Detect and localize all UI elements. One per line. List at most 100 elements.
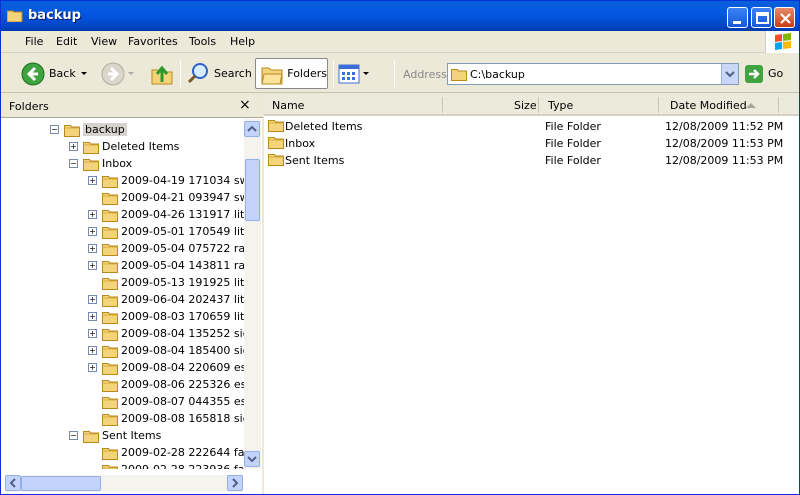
folder-icon	[102, 362, 118, 375]
scroll-thumb[interactable]	[21, 476, 101, 491]
tree-item-label: 2009-05-01 170549 little	[121, 225, 244, 238]
forward-button[interactable]	[101, 58, 137, 89]
address-bar[interactable]: C:\backup	[447, 63, 739, 85]
tree-item-label: 2009-08-04 220609 este	[121, 361, 244, 374]
folder-icon	[102, 379, 118, 392]
column-date-modified[interactable]: Date Modified	[670, 99, 747, 112]
scroll-right-button[interactable]	[227, 475, 243, 491]
tree-item[interactable]: 2009-08-07 044355 este	[102, 393, 244, 410]
menu-tools[interactable]: Tools	[189, 35, 216, 48]
tree-item[interactable]: 2009-08-04 135252 sione	[102, 325, 244, 342]
back-button[interactable]: Back	[21, 58, 90, 89]
tree-item-label: Sent Items	[102, 429, 162, 442]
search-icon	[187, 62, 208, 83]
expand-icon[interactable]: +	[88, 227, 97, 236]
tree-item[interactable]: Inbox	[83, 155, 132, 172]
item-type: File Folder	[545, 137, 601, 150]
chevron-down-icon[interactable]	[76, 69, 90, 79]
tree-item-label: 2009-05-04 075722 rang	[121, 242, 244, 255]
tree-item[interactable]: 2009-05-04 143811 rang	[102, 257, 244, 274]
expand-icon[interactable]: +	[88, 312, 97, 321]
scroll-left-button[interactable]	[5, 475, 21, 491]
title-bar[interactable]: backup	[1, 1, 799, 31]
scroll-down-button[interactable]	[244, 451, 260, 467]
folder-icon	[451, 69, 467, 81]
folder-icon	[268, 137, 284, 149]
tree-item[interactable]: 2009-04-21 093947 swee	[102, 189, 244, 206]
views-icon	[338, 64, 360, 83]
tree-item[interactable]: 2009-04-26 131917 little	[102, 206, 244, 223]
tree-item[interactable]: 2009-06-04 202437 little	[102, 291, 244, 308]
list-item[interactable]: Sent Items File Folder 12/08/2009 11:53 PM	[264, 152, 799, 169]
up-folder-button[interactable]	[150, 58, 174, 89]
close-pane-button[interactable]: ×	[239, 97, 251, 113]
expand-icon[interactable]: +	[88, 346, 97, 355]
tree-item[interactable]: backup	[64, 121, 127, 138]
list-item[interactable]: Inbox File Folder 12/08/2009 11:53 PM	[264, 135, 799, 152]
collapse-icon[interactable]: −	[69, 159, 78, 168]
tree-vertical-scrollbar[interactable]	[244, 119, 261, 469]
folders-label: Folders	[287, 67, 327, 80]
folder-icon	[102, 175, 118, 188]
tree-item[interactable]: 2009-08-04 185400 sione	[102, 342, 244, 359]
menu-view[interactable]: View	[91, 35, 117, 48]
folders-pane-header: Folders ×	[1, 94, 263, 118]
folder-icon	[102, 464, 118, 469]
address-label: Address	[403, 68, 447, 81]
tree-item[interactable]: 2009-05-04 075722 rang	[102, 240, 244, 257]
menu-file[interactable]: File	[25, 35, 43, 48]
tree-item[interactable]: 2009-08-03 170659 little	[102, 308, 244, 325]
folder-icon	[102, 209, 118, 222]
tree-item[interactable]: Deleted Items	[83, 138, 179, 155]
column-type[interactable]: Type	[548, 99, 573, 112]
tree-item[interactable]: 2009-02-28 223936 farra	[102, 461, 244, 469]
tree-item[interactable]: Sent Items	[83, 427, 161, 444]
folder-icon	[268, 120, 284, 132]
item-date-modified: 12/08/2009 11:53 PM	[665, 137, 784, 150]
menu-favorites[interactable]: Favorites	[128, 35, 178, 48]
back-arrow-icon	[21, 62, 45, 85]
search-button[interactable]: Search	[186, 58, 252, 89]
expand-icon[interactable]: +	[88, 176, 97, 185]
tree-horizontal-scrollbar[interactable]	[5, 475, 243, 492]
address-input[interactable]: C:\backup	[470, 68, 525, 81]
chevron-up-icon	[247, 125, 257, 132]
views-button[interactable]	[337, 58, 371, 89]
tree-item[interactable]: 2009-08-06 225326 este	[102, 376, 244, 393]
column-size[interactable]: Size	[514, 99, 537, 112]
chevron-down-icon[interactable]	[125, 69, 137, 79]
collapse-icon[interactable]: −	[50, 125, 59, 134]
collapse-icon[interactable]: −	[69, 431, 78, 440]
maximize-button[interactable]	[751, 7, 772, 28]
expand-icon[interactable]: +	[88, 261, 97, 270]
expand-icon[interactable]: +	[88, 210, 97, 219]
address-dropdown-button[interactable]	[721, 64, 738, 84]
tree-item[interactable]: 2009-08-04 220609 este	[102, 359, 244, 376]
column-name[interactable]: Name	[272, 99, 304, 112]
close-button[interactable]	[774, 7, 795, 28]
scroll-up-button[interactable]	[244, 121, 260, 137]
folders-icon	[261, 67, 283, 84]
menu-help[interactable]: Help	[230, 35, 255, 48]
tree-item[interactable]: 2009-02-28 222644 farra	[102, 444, 244, 461]
expand-icon[interactable]: +	[88, 244, 97, 253]
expand-icon[interactable]: +	[88, 329, 97, 338]
folder-icon	[102, 294, 118, 307]
go-button[interactable]: Go	[744, 58, 783, 89]
list-header: Name Size Type Date Modified	[264, 94, 799, 116]
menu-edit[interactable]: Edit	[56, 35, 77, 48]
tree-item[interactable]: 2009-05-01 170549 little	[102, 223, 244, 240]
tree-item[interactable]: 2009-08-08 165818 sione	[102, 410, 244, 427]
minimize-button[interactable]	[727, 7, 748, 28]
list-item[interactable]: Deleted Items File Folder 12/08/2009 11:52…	[264, 118, 799, 135]
expand-icon[interactable]: +	[69, 142, 78, 151]
tree-item[interactable]: 2009-05-13 191925 little	[102, 274, 244, 291]
expand-icon[interactable]: +	[88, 295, 97, 304]
chevron-down-icon[interactable]	[361, 69, 371, 79]
tree-item[interactable]: 2009-04-19 171034 swee	[102, 172, 244, 189]
scroll-thumb[interactable]	[245, 159, 260, 221]
expand-icon[interactable]: +	[88, 363, 97, 372]
folders-button[interactable]: Folders	[255, 58, 328, 89]
tree-item-label: Inbox	[102, 157, 133, 170]
folder-icon	[83, 141, 99, 154]
